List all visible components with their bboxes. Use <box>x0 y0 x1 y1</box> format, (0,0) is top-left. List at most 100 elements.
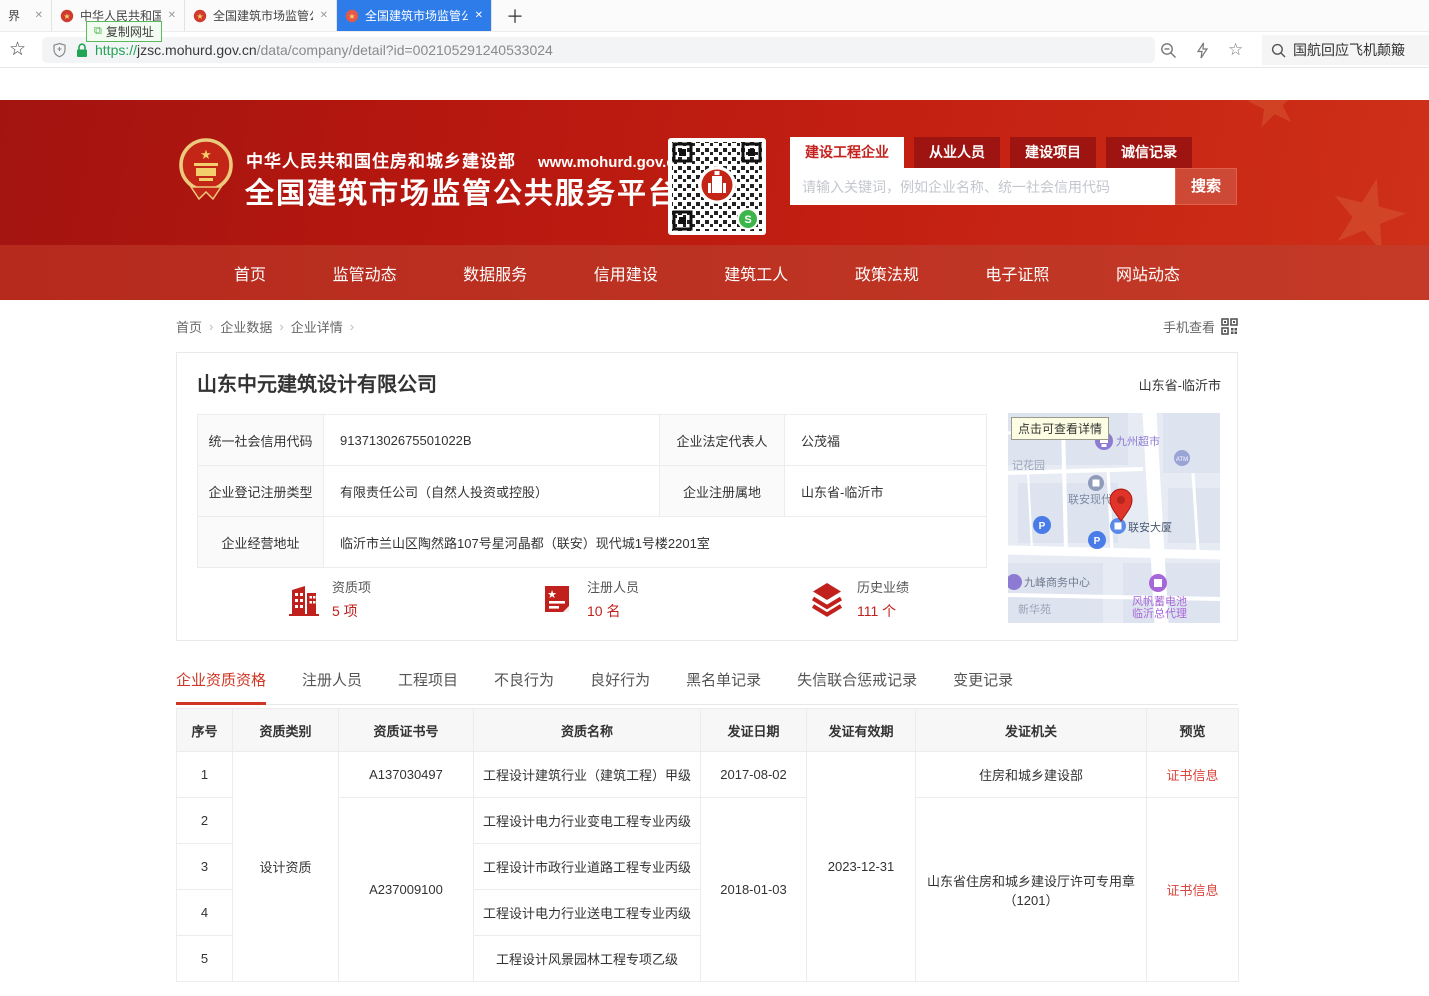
credit-code-label: 统一社会信用代码 <box>198 415 324 466</box>
search-tab-enterprise[interactable]: 建设工程企业 <box>790 137 904 168</box>
cell-category: 设计资质 <box>233 752 339 982</box>
map-label-garden: 记花园 <box>1012 459 1045 472</box>
tab-blacklist[interactable]: 黑名单记录 <box>686 663 761 704</box>
search-button[interactable]: 搜索 <box>1175 168 1237 205</box>
bookmark-star-icon[interactable]: ☆ <box>9 38 26 61</box>
building-icon <box>282 579 322 619</box>
mobile-view-label[interactable]: 手机查看 <box>1163 317 1215 336</box>
cell-name: 工程设计电力行业送电工程专业丙级 <box>474 890 701 936</box>
address-value: 临沂市兰山区陶然路107号星河晶都（联安）现代城1号楼2201室 <box>324 517 987 568</box>
breadcrumb-company-detail[interactable]: 企业详情 <box>291 317 343 336</box>
stat-value: 10 名 <box>587 601 639 621</box>
close-icon[interactable]: ✕ <box>475 10 483 21</box>
stat-label: 注册人员 <box>587 577 639 596</box>
map-label-battery2: 临沂总代理 <box>1132 606 1187 620</box>
search-tab-project[interactable]: 建设项目 <box>1010 137 1096 168</box>
company-name: 山东中元建筑设计有限公司 <box>197 368 437 397</box>
col-authority: 发证机关 <box>916 709 1147 752</box>
tab-bad-behavior[interactable]: 不良行为 <box>494 663 554 704</box>
toolbar-icons: ☆ ⌄ <box>1160 37 1273 63</box>
nav-item-workers[interactable]: 建筑工人 <box>724 261 788 285</box>
qr-code-icon[interactable] <box>1221 318 1238 335</box>
favorite-star-icon[interactable]: ☆ <box>1228 40 1243 60</box>
map-label-atm: ATM <box>1176 457 1188 463</box>
nav-item-supervision[interactable]: 监管动态 <box>333 261 397 285</box>
lock-icon <box>76 43 88 58</box>
tab-change-records[interactable]: 变更记录 <box>953 663 1013 704</box>
breadcrumb-company-data[interactable]: 企业数据 <box>220 317 272 336</box>
certificate-info-link[interactable]: 证书信息 <box>1147 798 1239 982</box>
svg-text:★: ★ <box>547 589 557 601</box>
nav-item-e-license[interactable]: 电子证照 <box>985 261 1049 285</box>
search-tab-credit[interactable]: 诚信记录 <box>1106 137 1192 168</box>
zoom-out-icon[interactable] <box>1160 42 1177 59</box>
breadcrumb-home[interactable]: 首页 <box>176 317 202 336</box>
tab-good-behavior[interactable]: 良好行为 <box>590 663 650 704</box>
browser-tab-active[interactable]: ★ 全国建筑市场监管公共服务平台 ✕ <box>337 0 492 31</box>
svg-text:S: S <box>744 214 751 226</box>
ministry-name: 中华人民共和国住房和城乡建设部 <box>246 152 516 171</box>
cell-seq: 1 <box>177 752 233 798</box>
reg-type-value: 有限责任公司（自然人投资或控股） <box>324 466 660 517</box>
search-icon <box>1271 43 1286 58</box>
nav-item-policy[interactable]: 政策法规 <box>855 261 919 285</box>
cell-cert-no: A137030497 <box>339 752 474 798</box>
certificate-icon: ★ <box>537 579 577 619</box>
copy-icon: ⧉ <box>94 25 102 38</box>
cell-name: 工程设计市政行业道路工程专业丙级 <box>474 844 701 890</box>
flash-icon[interactable] <box>1196 42 1209 59</box>
keyword-search-input[interactable] <box>790 168 1175 205</box>
cell-seq: 5 <box>177 936 233 982</box>
nav-item-credit[interactable]: 信用建设 <box>594 261 658 285</box>
tab-dishonesty[interactable]: 失信联合惩戒记录 <box>797 663 917 704</box>
nav-item-home[interactable]: 首页 <box>234 261 266 285</box>
url-scheme: https:// <box>95 42 137 58</box>
col-name: 资质名称 <box>474 709 701 752</box>
main-nav: 首页 监管动态 数据服务 信用建设 建筑工人 政策法规 电子证照 网站动态 <box>0 245 1429 300</box>
company-region: 山东省-临沂市 <box>1139 375 1221 394</box>
shield-icon <box>52 42 67 58</box>
stat-qualifications: 资质项 5 项 <box>282 577 371 621</box>
reg-region-label: 企业注册属地 <box>660 466 785 517</box>
cell-validity: 2023-12-31 <box>807 752 916 982</box>
tab-qualifications[interactable]: 企业资质资格 <box>176 663 266 705</box>
browser-tab-0[interactable]: 界 ✕ <box>0 0 52 31</box>
certificate-info-link[interactable]: 证书信息 <box>1147 752 1239 798</box>
map-tooltip: 点击可查看详情 <box>1011 417 1109 440</box>
close-icon[interactable]: ✕ <box>320 10 328 21</box>
nav-item-site-news[interactable]: 网站动态 <box>1116 261 1180 285</box>
browser-tab-2[interactable]: ★ 全国建筑市场监管公共服务平台 ✕ <box>185 0 337 31</box>
svg-text:★: ★ <box>348 12 355 21</box>
col-validity: 发证有效期 <box>807 709 916 752</box>
nav-item-data-service[interactable]: 数据服务 <box>463 261 527 285</box>
search-tab-personnel[interactable]: 从业人员 <box>914 137 1000 168</box>
breadcrumb-separator: › <box>209 319 213 334</box>
copy-url-tooltip: ⧉ 复制网址 <box>86 21 162 42</box>
national-emblem-logo: ★ <box>177 137 235 203</box>
cell-seq: 2 <box>177 798 233 844</box>
col-seq: 序号 <box>177 709 233 752</box>
new-tab-button[interactable]: ＋ <box>492 0 538 31</box>
map-label-lianan-tower: 联安大厦 <box>1128 520 1172 534</box>
cell-seq: 3 <box>177 844 233 890</box>
layers-icon <box>807 579 847 619</box>
tab-registered-personnel[interactable]: 注册人员 <box>302 663 362 704</box>
company-location-map[interactable]: 点击可查看详情 <box>1008 413 1220 623</box>
address-bar[interactable]: https://jzsc.mohurd.gov.cn/data/company/… <box>42 37 1155 63</box>
quick-search-text: 国航回应飞机颠簸 <box>1293 40 1405 60</box>
close-icon[interactable]: ✕ <box>35 10 43 21</box>
svg-text:★: ★ <box>63 12 70 21</box>
emblem-favicon-icon: ★ <box>60 9 74 23</box>
url-host: jzsc.mohurd.gov.cn <box>137 42 257 58</box>
tab-projects[interactable]: 工程项目 <box>398 663 458 704</box>
svg-text:P: P <box>1039 521 1046 532</box>
url-text: https://jzsc.mohurd.gov.cn/data/company/… <box>95 42 553 58</box>
close-icon[interactable]: ✕ <box>168 10 176 21</box>
company-info-table: 统一社会信用代码 91371302675501022B 企业法定代表人 公茂福 … <box>197 414 987 568</box>
map-label-battery1: 风帆蓄电池 <box>1132 594 1187 608</box>
tab-title: 全国建筑市场监管公共服务平台 <box>213 7 313 24</box>
legal-rep-value: 公茂福 <box>785 415 987 466</box>
browser-search-box[interactable]: 国航回应飞机颠簸 <box>1262 35 1429 65</box>
svg-text:★: ★ <box>200 147 212 162</box>
browser-toolbar: ☆ https://jzsc.mohurd.gov.cn/data/compan… <box>0 32 1429 68</box>
